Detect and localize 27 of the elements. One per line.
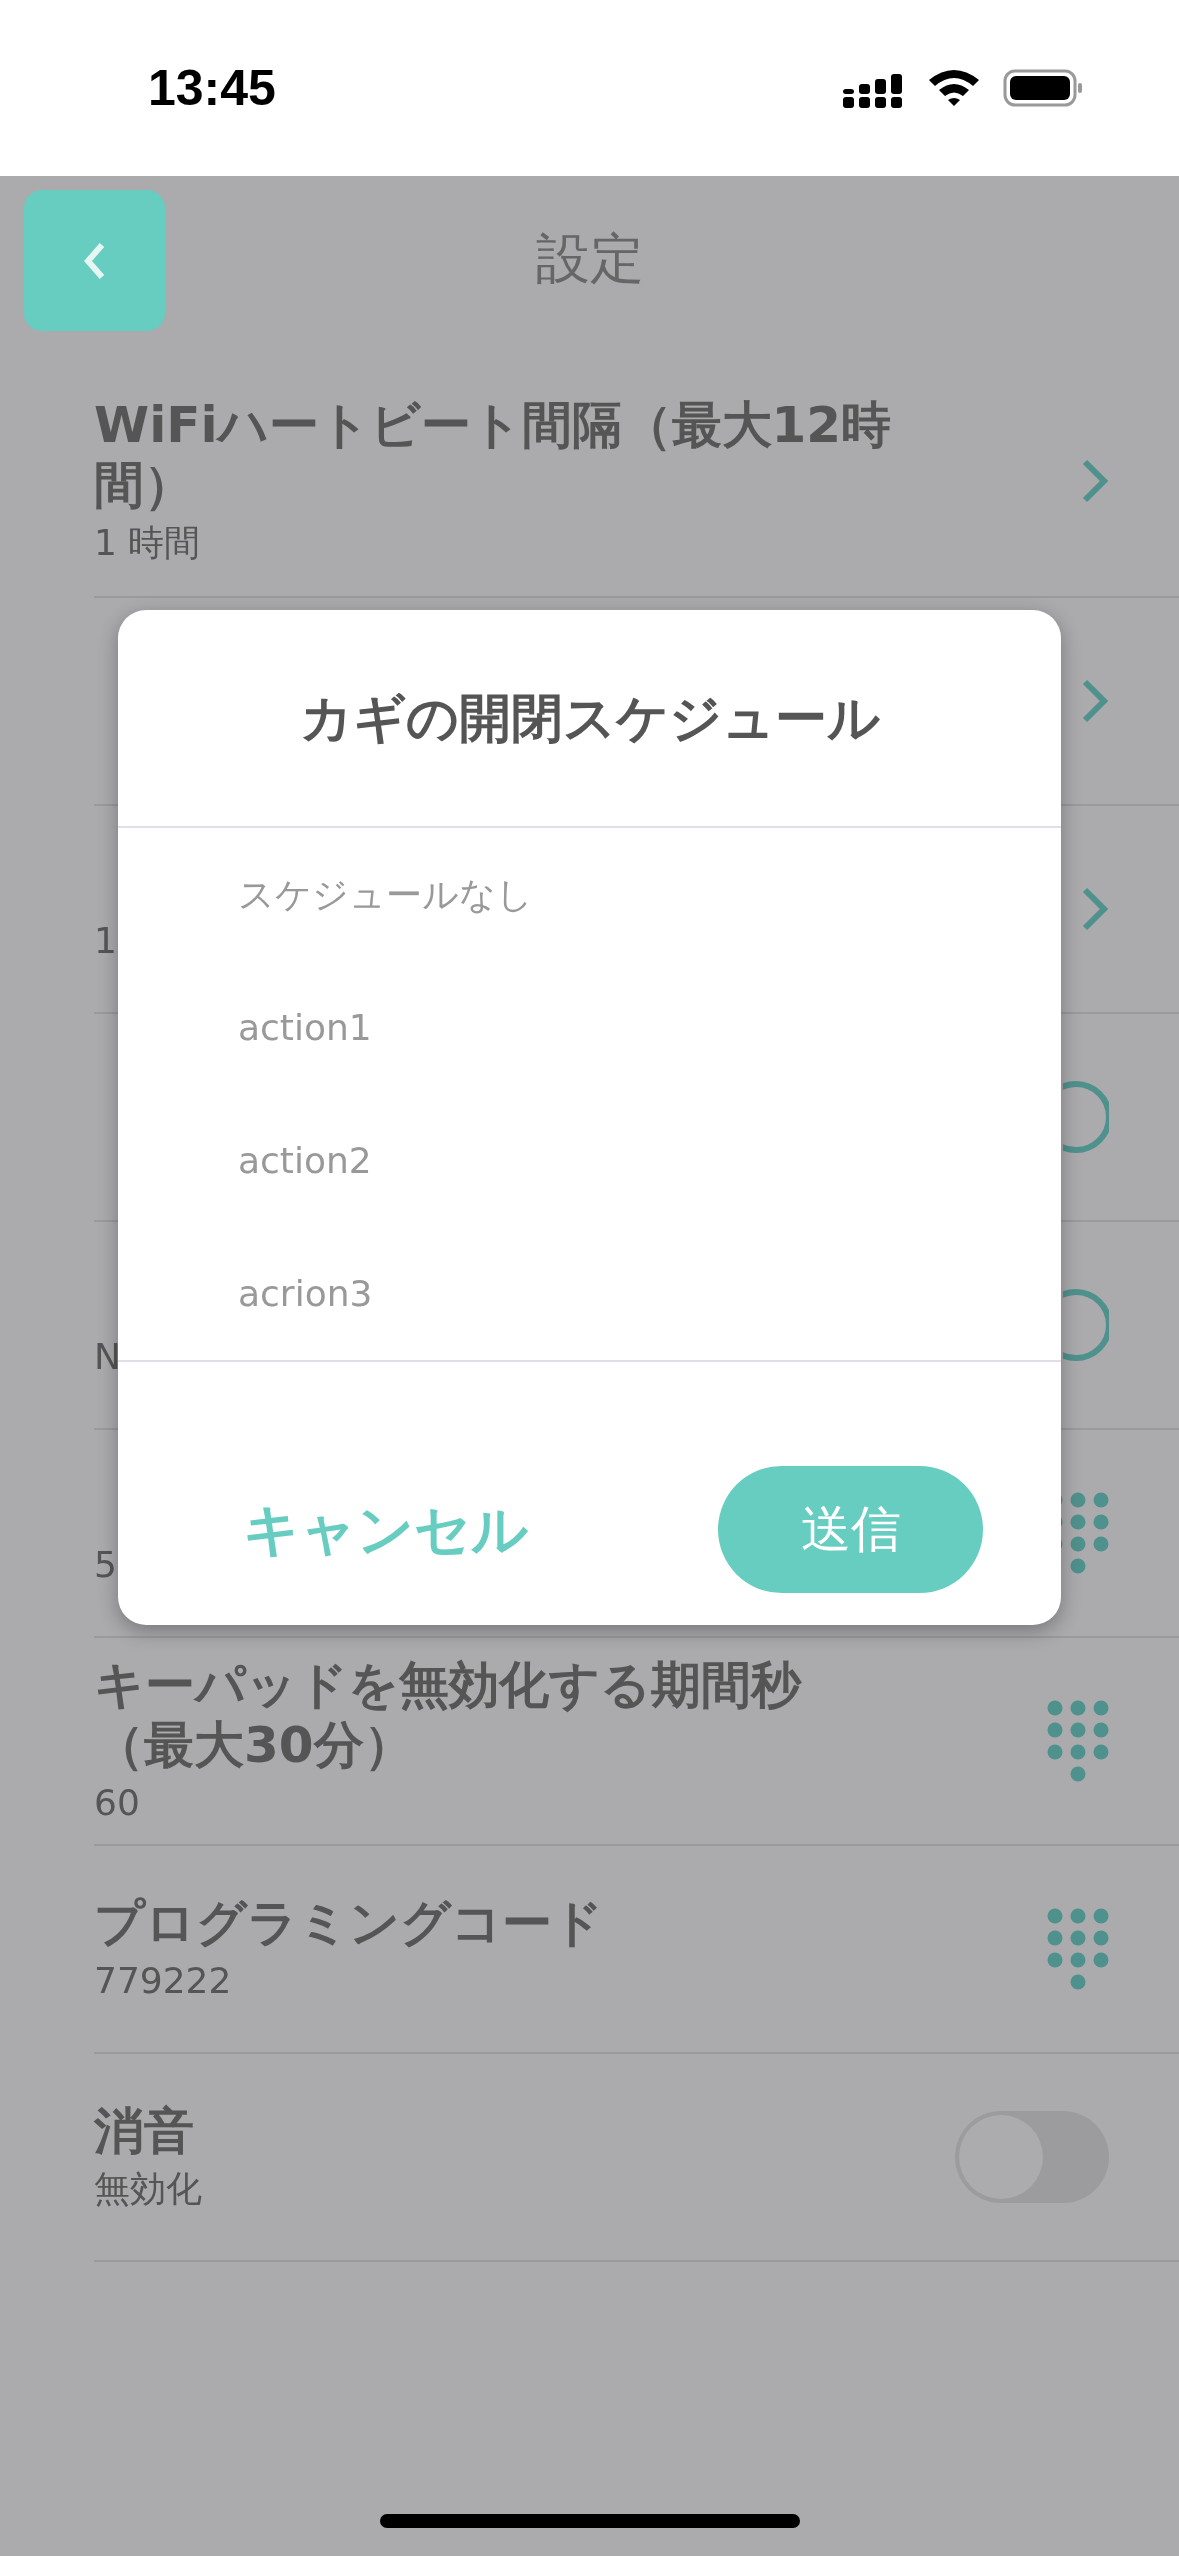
setting-value: 5 <box>94 1543 118 1587</box>
status-time: 13:45 <box>148 58 276 118</box>
cancel-button[interactable]: キャンセル <box>243 1466 528 1593</box>
setting-title: WiFiハートビート間隔（最大12時間） <box>94 395 893 515</box>
setting-title: キーパッドを無効化する期間秒（最大30分） <box>94 1655 803 1775</box>
schedule-option[interactable]: action2 <box>118 1094 1061 1227</box>
keypad-icon <box>1047 1908 1109 1990</box>
dialog-title: カギの開閉スケジュール <box>299 687 880 750</box>
chevron-right-icon <box>1081 678 1109 724</box>
chevron-right-icon <box>1081 886 1109 932</box>
setting-title: 消音 <box>94 2101 195 2161</box>
back-button[interactable] <box>24 190 165 331</box>
chevron-right-icon <box>1081 458 1109 504</box>
keypad-icon <box>1047 1700 1109 1782</box>
setting-value: 無効化 <box>94 2167 203 2211</box>
submit-button[interactable]: 送信 <box>718 1466 983 1593</box>
setting-value: 1 <box>94 919 118 963</box>
setting-value: 1 時間 <box>94 521 202 565</box>
setting-title: プログラミングコード <box>94 1893 604 1953</box>
setting-value: 60 <box>94 1781 141 1825</box>
chevron-left-icon <box>83 241 106 280</box>
schedule-option[interactable]: action1 <box>118 961 1061 1094</box>
setting-value: 779222 <box>94 1959 233 2003</box>
wifi-icon <box>927 68 981 108</box>
schedule-option[interactable]: スケジュールなし <box>118 828 1061 961</box>
battery-icon <box>1003 68 1083 108</box>
page-title: 設定 <box>535 225 644 292</box>
